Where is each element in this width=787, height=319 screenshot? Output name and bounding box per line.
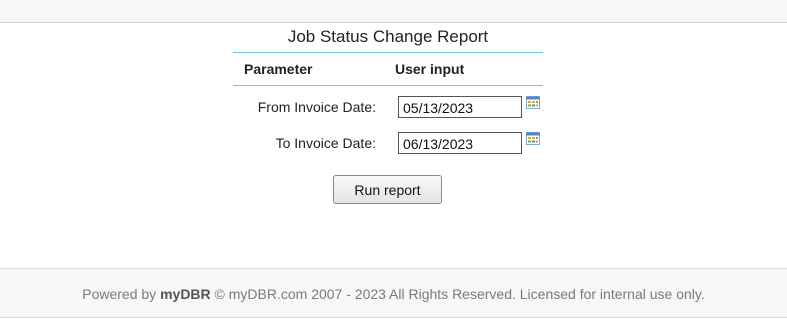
header-user-input: User input bbox=[395, 61, 465, 77]
from-date-label: From Invoice Date: bbox=[257, 99, 376, 115]
parameter-table-header: Parameter User input bbox=[233, 53, 543, 86]
param-row-from-date: From Invoice Date: bbox=[233, 96, 543, 120]
calendar-icon[interactable] bbox=[526, 132, 540, 145]
report-title: Job Status Change Report bbox=[233, 23, 543, 53]
run-report-button[interactable]: Run report bbox=[333, 175, 442, 204]
header-parameter: Parameter bbox=[244, 61, 313, 77]
calendar-icon[interactable] bbox=[526, 96, 540, 109]
to-date-input[interactable] bbox=[398, 132, 522, 154]
param-row-to-date: To Invoice Date: bbox=[233, 132, 543, 156]
from-date-input[interactable] bbox=[398, 96, 522, 118]
footer-brand: myDBR bbox=[160, 286, 211, 302]
footer: Powered by myDBR © myDBR.com 2007 - 2023… bbox=[0, 268, 787, 318]
report-panel: Job Status Change Report Parameter User … bbox=[233, 23, 543, 204]
to-date-label: To Invoice Date: bbox=[275, 135, 376, 151]
footer-copyright: © myDBR.com 2007 - 2023 All Rights Reser… bbox=[214, 286, 705, 302]
top-bar bbox=[0, 0, 787, 23]
footer-powered-by: Powered by bbox=[82, 286, 157, 302]
